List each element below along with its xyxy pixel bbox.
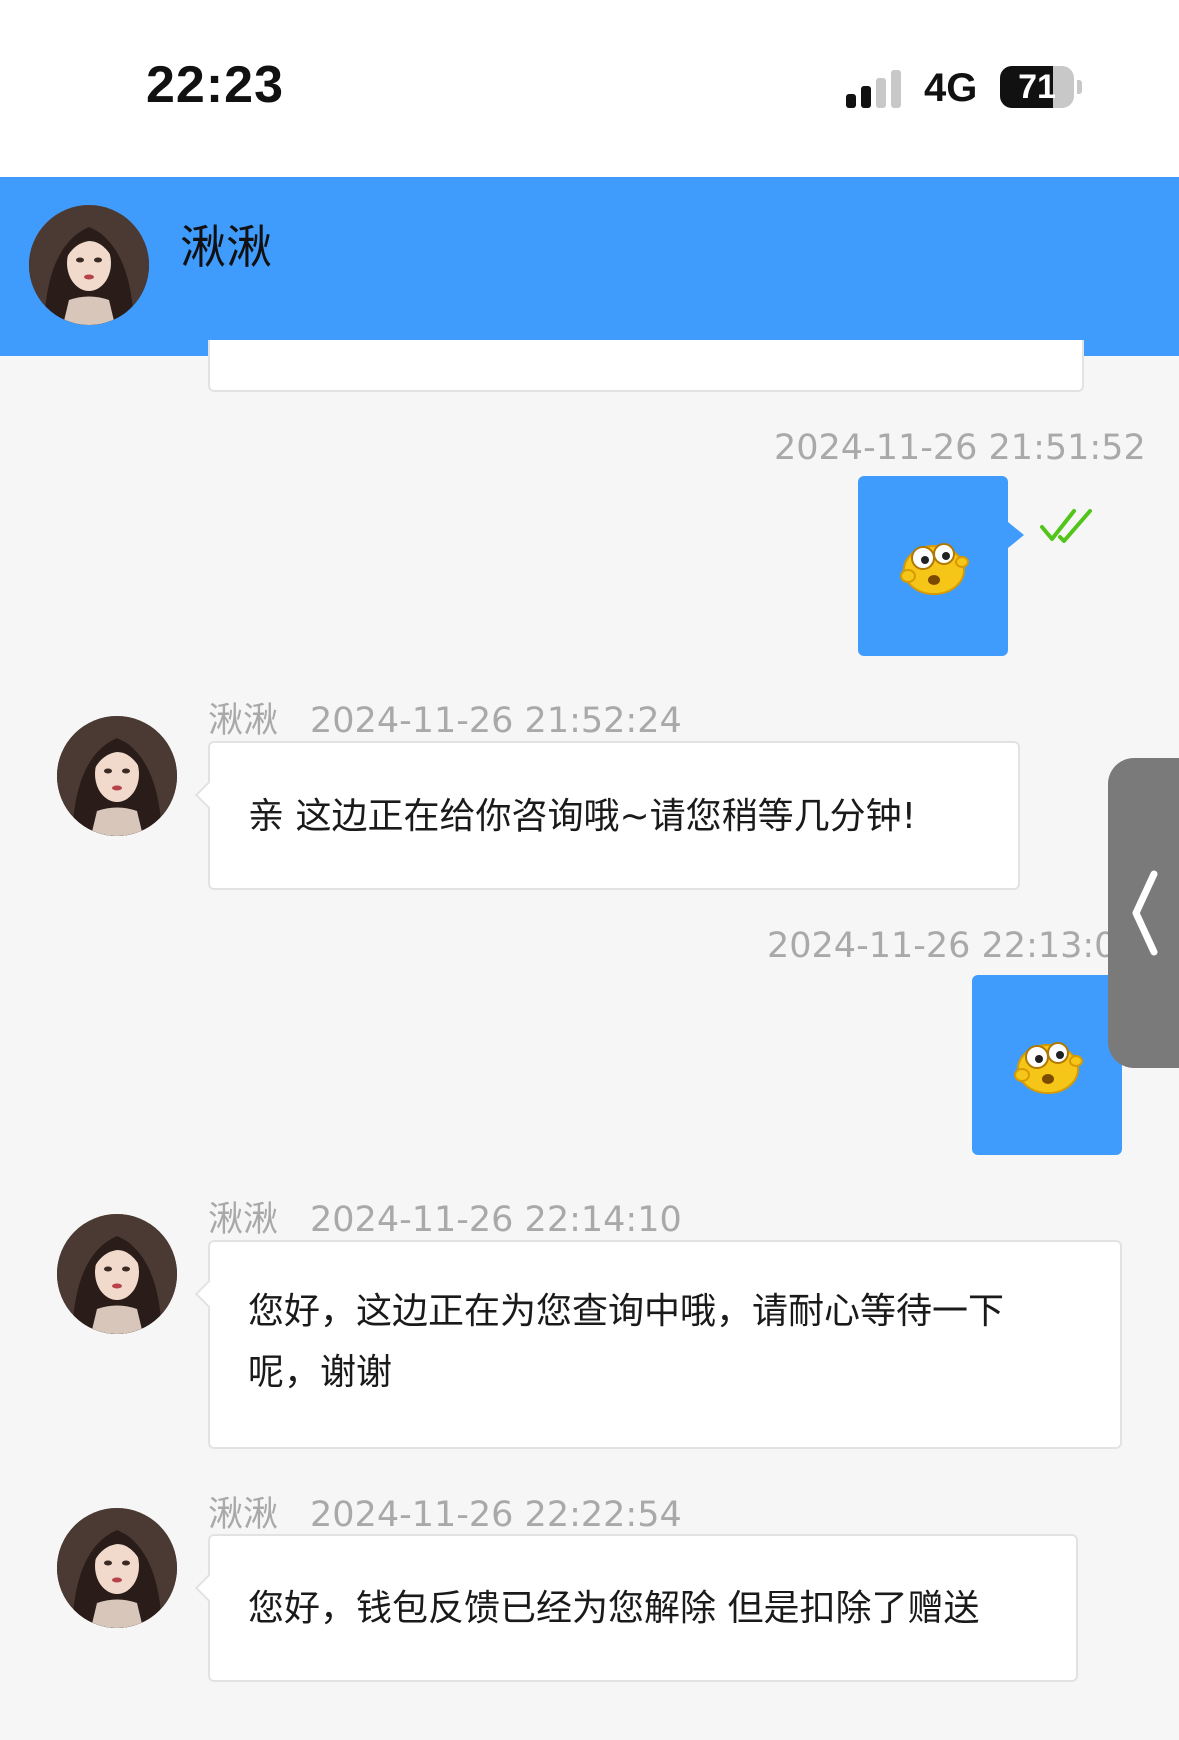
message-text: 您好，这边正在为您查询中哦，请耐心等待一下 xyxy=(248,1291,1005,1332)
surprised-face-emoji xyxy=(1014,1042,1083,1094)
message-meta: 湫湫 2024-11-26 22:14:10 xyxy=(208,1191,682,1242)
side-panel-toggle[interactable] xyxy=(1108,758,1179,1068)
message-text: 亲 这边正在给你咨询哦~请您稍等几分钟! xyxy=(248,796,917,837)
message-timestamp: 2024-11-26 21:51:52 xyxy=(774,428,1146,468)
avatar-image xyxy=(29,205,149,325)
double-check-icon xyxy=(1040,509,1092,543)
message-timestamp: 2024-11-26 21:52:24 xyxy=(310,701,682,741)
message-meta: 湫湫 2024-11-26 22:22:54 xyxy=(208,1486,682,1537)
message-text: 您好，钱包反馈已经为您解除 但是扣除了赠送 xyxy=(248,1588,980,1629)
bubble-tail xyxy=(194,780,224,810)
signal-icon xyxy=(846,66,906,108)
sender-avatar[interactable] xyxy=(57,1214,177,1334)
sent-message-bubble[interactable] xyxy=(972,975,1122,1155)
avatar-image xyxy=(57,1214,177,1334)
received-message-bubble[interactable]: 您好，这边正在为您查询中哦，请耐心等待一下 呢，谢谢 xyxy=(194,1240,1122,1449)
sender-name: 湫湫 xyxy=(208,701,279,741)
network-type: 4G xyxy=(924,66,978,110)
contact-name: 湫湫 xyxy=(180,220,272,274)
sender-avatar[interactable] xyxy=(57,1508,177,1628)
bubble-tail xyxy=(194,1279,224,1309)
surprised-face-emoji xyxy=(900,543,969,595)
bubble-tail xyxy=(1008,522,1024,548)
bubble-tail xyxy=(194,1573,224,1603)
sent-message-bubble[interactable] xyxy=(858,476,1008,656)
sender-avatar[interactable] xyxy=(57,716,177,836)
status-bar: 22:23 4G 71 xyxy=(0,0,1179,177)
battery-cap xyxy=(1077,80,1082,94)
previous-message-bubble xyxy=(208,340,1084,392)
chat-header: 湫湫 xyxy=(0,177,1179,356)
avatar-image xyxy=(57,1508,177,1628)
chevron-left-icon xyxy=(1132,870,1158,956)
status-time: 22:23 xyxy=(146,56,284,114)
received-message-bubble[interactable]: 亲 这边正在给你咨询哦~请您稍等几分钟! xyxy=(194,741,1020,890)
message-text: 呢，谢谢 xyxy=(248,1352,393,1393)
message-timestamp: 2024-11-26 22:14:10 xyxy=(310,1200,682,1240)
battery-level: 71 xyxy=(1018,68,1056,106)
contact-avatar[interactable] xyxy=(29,205,149,325)
sender-name: 湫湫 xyxy=(208,1200,279,1240)
received-message-bubble[interactable]: 您好，钱包反馈已经为您解除 但是扣除了赠送 xyxy=(194,1534,1078,1682)
battery-icon: 71 xyxy=(1000,66,1074,108)
sender-name: 湫湫 xyxy=(208,1495,279,1535)
message-meta: 湫湫 2024-11-26 21:52:24 xyxy=(208,692,682,743)
avatar-image xyxy=(57,716,177,836)
message-timestamp: 2024-11-26 22:22:54 xyxy=(310,1495,682,1535)
message-timestamp: 2024-11-26 22:13:06 xyxy=(767,926,1139,966)
